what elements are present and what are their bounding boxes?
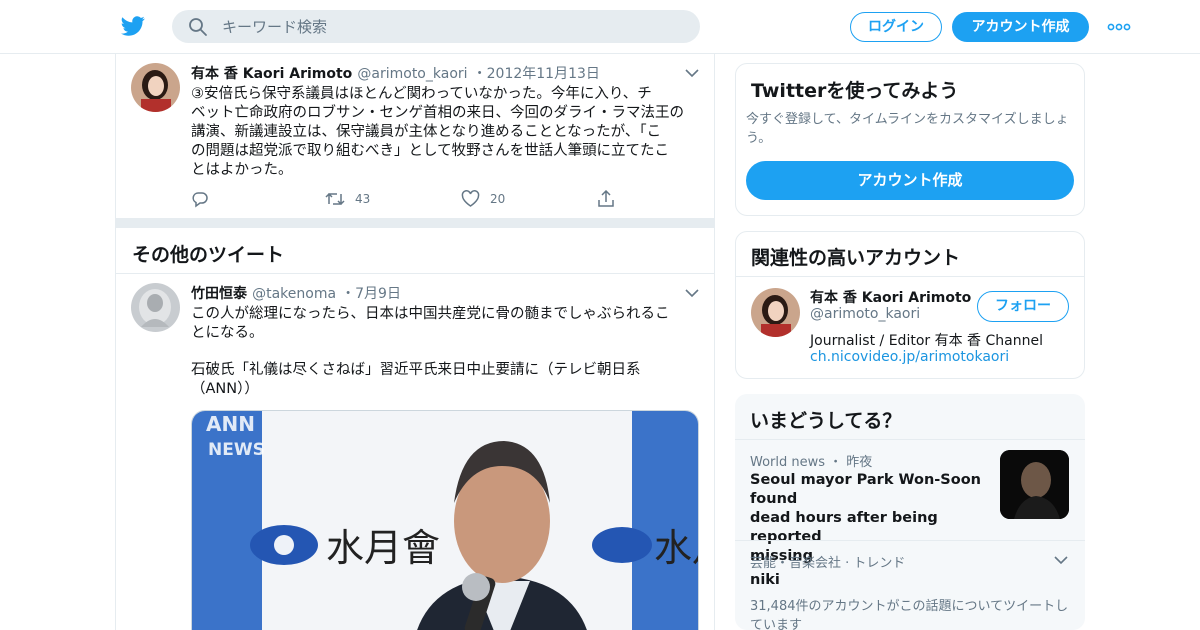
avatar[interactable] (131, 283, 180, 332)
sign-text-left: 水月會 (326, 526, 440, 570)
trend-name: niki (750, 572, 780, 588)
tweet-text-line: ③安倍氏ら保守系議員はほとんど関わっていなかった。今年に入り、チ (191, 86, 652, 102)
retweet-icon (325, 192, 345, 206)
tweet-text-line: 講演、新議連設立は、保守議員が主体となり進めることとなったが、「こ (191, 124, 662, 140)
author-name[interactable]: 竹田恒泰 (191, 286, 247, 302)
signup-promo-card: Twitterを使ってみよう 今すぐ登録して、タイムラインをカスタマイズしましょ… (735, 63, 1085, 216)
card-title: 関連性の高いアカウント (751, 247, 961, 269)
card-description-line: う。 (746, 131, 772, 146)
reply-button[interactable] (191, 189, 209, 209)
avatar[interactable] (751, 288, 800, 337)
avatar[interactable] (131, 63, 180, 112)
reply-icon (192, 192, 208, 208)
chevron-down-icon[interactable] (685, 288, 699, 298)
share-button[interactable] (597, 189, 615, 209)
tweet-text-line: この人が総理になったら、日本は中国共産党に骨の髄までしゃぶられるこ (191, 306, 670, 322)
login-button[interactable]: ログイン (850, 12, 942, 42)
twitter-bird-icon[interactable] (120, 14, 146, 38)
account-bio: Journalist / Editor 有本 香 Channel (810, 333, 1043, 349)
tweet-item[interactable]: 有本 香 Kaori Arimoto @arimoto_kaori ・2012年… (116, 54, 714, 218)
trend-item[interactable]: 芸能・音楽会社 · トレンド niki 31,484件のアカウントがこの話題につ… (735, 541, 1085, 630)
tweet-date[interactable]: ・7月9日 (341, 286, 401, 302)
account-name[interactable]: 有本 香 Kaori Arimoto (810, 287, 971, 307)
tweet-text-line: の問題は超党派で取り組むべき」として牧野さんを世話人筆頭に立てたこ (191, 143, 670, 159)
trend-headline-line: Seoul mayor Park Won-Soon found (750, 472, 981, 507)
tweet-text-line: 石破氏「礼儀は尽くさねば」習近平氏来日中止要請に（テレビ朝日系 (191, 362, 641, 378)
author-handle[interactable]: @arimoto_kaori (357, 66, 467, 82)
tweet-text: ③安倍氏ら保守系議員はほとんど関わっていなかった。今年に入り、チ ベット亡命政府… (191, 85, 701, 180)
trend-thumbnail (1000, 450, 1069, 519)
tweet-date[interactable]: ・2012年11月13日 (473, 66, 600, 82)
chevron-down-icon[interactable] (1054, 555, 1068, 565)
trend-description-line: ています (750, 618, 803, 630)
trend-meta: World news ・ 昨夜 (750, 455, 873, 470)
section-gap (116, 218, 714, 228)
tweet-text-line: とはよかった。 (191, 162, 293, 178)
search-icon (189, 18, 207, 36)
trend-item[interactable]: World news ・ 昨夜 Seoul mayor Park Won-Soo… (735, 440, 1085, 564)
heart-icon (461, 190, 480, 207)
tweet-text: この人が総理になったら、日本は中国共産党に骨の髄までしゃぶられるこ とになる。 (191, 305, 701, 343)
tweet-header: 竹田恒泰 @takenoma ・7月9日 (191, 283, 401, 303)
card-title: いまどうしてる？ (750, 410, 902, 432)
card-description: 今すぐ登録して、タイムラインをカスタマイズしましょ う。 (746, 110, 1081, 148)
tweet-text-line: （ANN）） (191, 381, 259, 397)
divider (736, 276, 1084, 277)
retweet-button[interactable]: 43 (325, 189, 370, 209)
search-input[interactable] (222, 10, 682, 43)
retweet-count: 43 (355, 192, 371, 206)
account-link[interactable]: ch.nicovideo.jp/arimotokaori (810, 349, 1009, 365)
sign-text-right: 水月 (654, 526, 699, 570)
more-dots-icon[interactable] (1106, 14, 1132, 40)
tweet-link-title[interactable]: 石破氏「礼儀は尽くさねば」習近平氏来日中止要請に（テレビ朝日系 （ANN）） (191, 361, 701, 399)
chevron-down-icon[interactable] (685, 68, 699, 78)
tweet-actions: 43 20 (191, 189, 631, 209)
search-box (172, 10, 700, 43)
tweet-text-line: ベット亡命政府のロブサン・センゲ首相の来日、今回のダライ・ラマ法王の (191, 105, 684, 121)
trend-description-line: 31,484件のアカウントがこの話題についてツイートし (750, 599, 1069, 614)
share-icon (598, 190, 614, 207)
follow-button[interactable]: フォロー (977, 291, 1069, 322)
like-button[interactable]: 20 (461, 189, 505, 209)
author-name[interactable]: 有本 香 Kaori Arimoto (191, 66, 352, 82)
ann-logo-text: ANN (206, 412, 255, 436)
trend-description: 31,484件のアカウントがこの話題についてツイートし ています (750, 597, 1080, 630)
top-bar: ログイン アカウント作成 (0, 0, 1200, 54)
timeline-column: 有本 香 Kaori Arimoto @arimoto_kaori ・2012年… (115, 54, 715, 630)
account-handle[interactable]: @arimoto_kaori (810, 306, 920, 322)
tweet-media-image[interactable]: 水月會 水月 ANN NEWS (191, 410, 699, 630)
section-title: その他のツイート (132, 244, 285, 266)
tweet-header: 有本 香 Kaori Arimoto @arimoto_kaori ・2012年… (191, 63, 600, 83)
tweet-text-line: とになる。 (191, 325, 264, 341)
ann-news-text: NEWS (208, 440, 265, 460)
author-handle[interactable]: @takenoma (252, 286, 336, 302)
signup-button[interactable]: アカウント作成 (952, 12, 1089, 42)
signup-cta-button[interactable]: アカウント作成 (746, 161, 1074, 200)
trends-card: いまどうしてる？ World news ・ 昨夜 Seoul mayor Par… (735, 394, 1085, 630)
card-description-line: 今すぐ登録して、タイムラインをカスタマイズしましょ (746, 112, 1069, 127)
trend-meta: 芸能・音楽会社 · トレンド (750, 556, 906, 571)
card-title: Twitterを使ってみよう (751, 80, 959, 102)
related-accounts-card: 関連性の高いアカウント 有本 香 Kaori Arimoto @arimoto_… (735, 231, 1085, 379)
like-count: 20 (490, 192, 506, 206)
